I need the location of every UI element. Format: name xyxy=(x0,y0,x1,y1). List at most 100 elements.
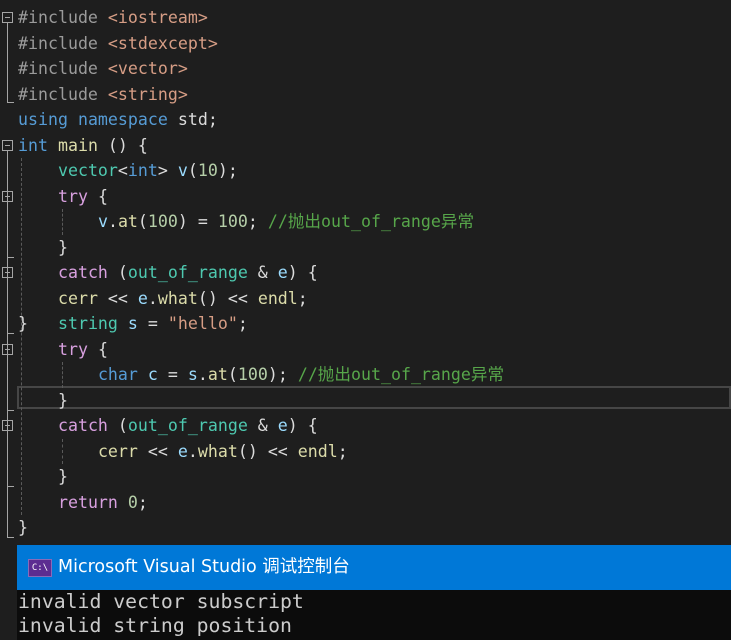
code-token: ; xyxy=(247,212,268,231)
code-token: what xyxy=(157,288,198,308)
code-token: <string> xyxy=(107,84,188,104)
code-token: . xyxy=(197,365,208,384)
code-token: int xyxy=(18,135,58,155)
code-line: int main () { xyxy=(18,133,148,158)
code-token: } xyxy=(57,467,68,486)
code-token: out_of_range xyxy=(127,263,248,282)
code-token: ( xyxy=(227,365,238,384)
collapse-icon[interactable] xyxy=(2,139,13,151)
code-token: try xyxy=(57,186,98,206)
code-line: } xyxy=(18,388,68,413)
code-line: } xyxy=(18,464,68,489)
outline-bracket xyxy=(7,486,14,487)
code-token: s xyxy=(127,314,138,333)
code-token: e xyxy=(277,263,288,282)
code-token: . xyxy=(107,212,118,231)
code-token: ( xyxy=(187,161,198,180)
code-token: ); xyxy=(217,161,238,180)
code-token: char xyxy=(97,365,148,384)
outline-bracket xyxy=(7,101,14,103)
code-token: #include xyxy=(18,84,108,104)
code-token: at xyxy=(207,365,228,384)
code-token: <stdexcept> xyxy=(107,33,218,53)
code-token: & xyxy=(247,263,278,282)
console-title-bar[interactable]: C:\ Microsoft Visual Studio 调试控制台 xyxy=(17,545,731,590)
code-line: cerr << e.what() << endl; xyxy=(18,439,348,464)
code-line: vector<int> v(10); xyxy=(18,158,238,183)
code-token: what xyxy=(197,441,238,461)
code-token: 0 xyxy=(127,492,138,512)
code-token: ) = xyxy=(177,212,218,231)
collapse-icon[interactable] xyxy=(2,12,13,23)
console-output[interactable]: invalid vector subscript invalid string … xyxy=(17,590,731,640)
code-token: ( xyxy=(137,212,148,231)
code-token: string xyxy=(57,314,128,333)
code-editor[interactable]: #include <iostream> #include <stdexcept> #… xyxy=(0,0,731,545)
code-token: main xyxy=(57,135,108,155)
code-token: e xyxy=(177,441,188,461)
code-line: v.at(100) = 100; //抛出out_of_range异常 xyxy=(18,209,474,234)
code-token: catch xyxy=(57,416,118,435)
code-line: try { xyxy=(18,184,108,209)
console-line: invalid vector subscript xyxy=(18,590,304,613)
code-token: ; xyxy=(237,314,248,333)
code-line: using namespace std; xyxy=(18,107,218,132)
code-token: } xyxy=(57,390,68,410)
code-token: namespace xyxy=(77,110,178,129)
code-token: 10 xyxy=(197,161,218,180)
code-token: <iostream> xyxy=(107,8,208,27)
code-token: cerr xyxy=(57,288,98,308)
code-token: ; xyxy=(337,441,348,461)
code-line: } string s = "hello"; xyxy=(18,311,248,336)
code-line: cerr << e.what() << endl; xyxy=(18,286,308,311)
code-token: #include xyxy=(18,59,108,78)
code-token: std; xyxy=(177,110,218,129)
console-line: invalid string position xyxy=(18,614,292,637)
code-token: ; xyxy=(137,492,148,512)
code-token: () { xyxy=(107,135,148,155)
code-token: out_of_range xyxy=(127,416,248,435)
code-token: 100 xyxy=(147,212,178,231)
code-token: = xyxy=(157,365,188,384)
code-token: //抛出out_of_range异常 xyxy=(267,212,475,231)
code-token: } xyxy=(57,237,68,257)
console-title: Microsoft Visual Studio 调试控制台 xyxy=(58,557,350,577)
code-line: catch (out_of_range & e) { xyxy=(18,260,318,285)
code-token: ( xyxy=(117,263,128,282)
code-token: << xyxy=(137,441,178,461)
outline-bracket xyxy=(7,256,14,258)
code-token: . xyxy=(147,288,158,308)
code-token: <vector> xyxy=(107,59,188,78)
outline-bracket xyxy=(7,537,14,538)
code-token: at xyxy=(117,212,138,231)
code-token: & xyxy=(247,416,278,435)
code-token: ( xyxy=(117,416,128,435)
code-token: #include xyxy=(18,33,108,53)
code-token: () << xyxy=(197,288,258,308)
code-token: "hello" xyxy=(167,314,238,333)
code-token: #include xyxy=(18,8,108,27)
code-token: 100 xyxy=(237,365,268,384)
console-app-icon: C:\ xyxy=(28,559,52,577)
code-token: cerr xyxy=(97,441,138,461)
code-token: v xyxy=(97,212,108,231)
outline-bracket xyxy=(7,333,14,334)
code-token: ) { xyxy=(287,416,318,435)
code-token: return xyxy=(57,492,128,512)
code-token: endl xyxy=(297,441,338,461)
code-token: } xyxy=(18,314,58,333)
outline-bracket xyxy=(7,409,14,411)
code-line: catch (out_of_range & e) { xyxy=(18,413,318,438)
code-token: << xyxy=(97,288,138,308)
code-token: > xyxy=(157,161,178,180)
code-line: #include <string> xyxy=(18,82,188,107)
code-token: ) { xyxy=(287,263,318,282)
